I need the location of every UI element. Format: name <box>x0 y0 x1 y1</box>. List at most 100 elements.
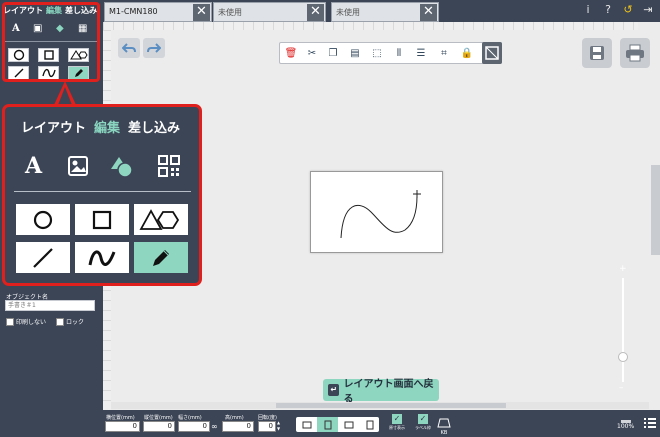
print-button[interactable] <box>620 38 650 68</box>
undo-icon[interactable]: ↺ <box>620 3 636 16</box>
close-icon[interactable]: ✕ <box>307 4 324 21</box>
top-ruler <box>103 22 638 30</box>
line-shape-button[interactable] <box>16 242 70 273</box>
help-icon[interactable]: ? <box>600 3 616 16</box>
text-tool-icon[interactable]: A <box>25 153 42 179</box>
callout-tabs: レイアウト 編集 差し込み <box>21 117 188 136</box>
curve-icon <box>88 250 116 266</box>
checkbox-box[interactable] <box>56 317 64 326</box>
return-icon: ↵ <box>328 384 340 396</box>
no-print-label: 印刷しない <box>16 319 47 326</box>
vertical-scrollbar[interactable] <box>651 165 660 255</box>
orientation-selector <box>296 417 379 432</box>
toolbar-options-button[interactable] <box>482 42 502 64</box>
lock-checkbox[interactable]: ロック <box>56 317 84 326</box>
callout-tab-edit[interactable]: 編集 <box>94 121 120 136</box>
callout-divider <box>14 191 191 192</box>
tab-label: 未使用 <box>336 8 360 17</box>
actual-size-label: 原寸表示 <box>389 425 405 430</box>
close-icon[interactable]: ✕ <box>193 4 210 21</box>
orientation-landscape[interactable] <box>338 417 359 432</box>
freehand-stroke[interactable] <box>311 172 444 254</box>
transform-icon <box>485 46 499 60</box>
redo-button[interactable] <box>143 38 165 58</box>
back-to-layout-button[interactable]: ↵ レイアウト画面へ戻る <box>323 379 439 405</box>
landscape-icon <box>344 421 353 428</box>
rotation-field[interactable]: 0 <box>258 421 276 432</box>
shape-tool-icon[interactable] <box>109 155 135 179</box>
circle-shape-button[interactable] <box>16 204 70 235</box>
zoom-slider-track[interactable] <box>622 278 624 382</box>
no-print-checkbox[interactable]: 印刷しない <box>6 317 46 326</box>
actual-size-toggle[interactable]: ✓ 原寸表示 <box>385 414 409 431</box>
tab-unused-2[interactable]: 未使用 ✕ <box>331 2 439 22</box>
zoom-slider-handle[interactable] <box>618 352 628 362</box>
cut-icon[interactable]: ✂ <box>305 47 319 61</box>
highlight-frame <box>2 2 100 82</box>
square-icon <box>92 210 112 229</box>
checkbox-box[interactable] <box>6 317 14 326</box>
link-aspect-icon[interactable]: ∞ <box>211 422 218 431</box>
lock-icon[interactable]: 🔒 <box>460 47 474 61</box>
height-field[interactable]: 0 <box>222 421 254 432</box>
x-position-field[interactable]: 0 <box>105 421 140 432</box>
freehand-shape-button[interactable] <box>134 242 188 273</box>
edit-points-icon[interactable]: ⌗ <box>437 47 451 61</box>
curve-shape-button[interactable] <box>75 242 129 273</box>
y-position-label: 縦位置(mm) <box>144 415 173 421</box>
save-icon <box>590 46 604 60</box>
lock-label: ロック <box>66 319 85 326</box>
scroll-thumb[interactable] <box>276 403 506 408</box>
tab-unused-1[interactable]: 未使用 ✕ <box>213 2 326 22</box>
save-button[interactable] <box>582 38 612 68</box>
exit-icon[interactable]: ⇥ <box>640 3 656 16</box>
polygon-shape-button[interactable] <box>134 204 188 235</box>
undo-arrow-icon <box>122 43 136 53</box>
orientation-portrait[interactable] <box>317 417 338 432</box>
printer-icon <box>626 44 644 62</box>
zoom-out-icon[interactable]: – <box>619 383 624 393</box>
kb-label: KB <box>440 430 448 436</box>
callout-tab-merge[interactable]: 差し込み <box>128 121 180 136</box>
check-icon[interactable]: ✓ <box>418 414 428 424</box>
qrcode-tool-icon[interactable] <box>158 155 180 177</box>
tab-m1-cmn180[interactable]: M1-CMN180 ✕ <box>104 2 212 22</box>
rotation-stepper[interactable]: ▲ ▼ <box>277 420 283 432</box>
rectangle-shape-button[interactable] <box>75 204 129 235</box>
check-icon[interactable]: ✓ <box>392 414 402 424</box>
zoom-in-icon[interactable]: + <box>619 264 627 274</box>
rotation-label: 回転(度) <box>258 415 277 421</box>
label-frame-toggle[interactable]: ✓ ラベル枠 <box>411 414 435 431</box>
orientation-rotate-right[interactable] <box>359 417 380 432</box>
orientation-rotate-left[interactable] <box>296 417 317 432</box>
label-frame-label: ラベル枠 <box>415 425 431 430</box>
align-icon[interactable]: ⫴ <box>392 47 406 61</box>
list-icon <box>644 418 656 428</box>
zoom-label: 100% <box>617 423 635 430</box>
edit-toolbar: 🗑 ✂ ❐ ▤ ⬚ ⫴ ☰ ⌗ 🔒 <box>279 42 502 64</box>
horizontal-scrollbar[interactable] <box>111 402 649 409</box>
y-position-field[interactable]: 0 <box>143 421 175 432</box>
object-name-field[interactable]: 手書き＃1 <box>5 300 95 311</box>
undo-button[interactable] <box>118 38 140 58</box>
layers-icon[interactable]: ☰ <box>414 47 428 61</box>
callout-pointer <box>54 81 76 105</box>
circle-icon <box>33 210 53 229</box>
line-icon <box>33 247 53 268</box>
info-icon[interactable]: i <box>580 3 596 16</box>
select-region-icon[interactable]: ⬚ <box>370 47 384 61</box>
close-icon[interactable]: ✕ <box>420 4 437 21</box>
rotate-left-icon <box>302 421 311 428</box>
portrait-icon <box>324 420 331 429</box>
label-sheet[interactable] <box>310 171 443 253</box>
callout-tab-layout[interactable]: レイアウト <box>21 121 86 136</box>
paste-icon[interactable]: ▤ <box>348 47 362 61</box>
image-tool-icon[interactable] <box>67 155 89 177</box>
list-menu-icon[interactable] <box>644 417 656 429</box>
zoom-readout: 100% <box>617 419 634 430</box>
delete-icon[interactable]: 🗑 <box>284 47 298 61</box>
zoom-callout: レイアウト 編集 差し込み A <box>2 104 202 286</box>
width-field[interactable]: 0 <box>178 421 210 432</box>
tab-label: 未使用 <box>218 8 242 17</box>
copy-icon[interactable]: ❐ <box>326 47 340 61</box>
